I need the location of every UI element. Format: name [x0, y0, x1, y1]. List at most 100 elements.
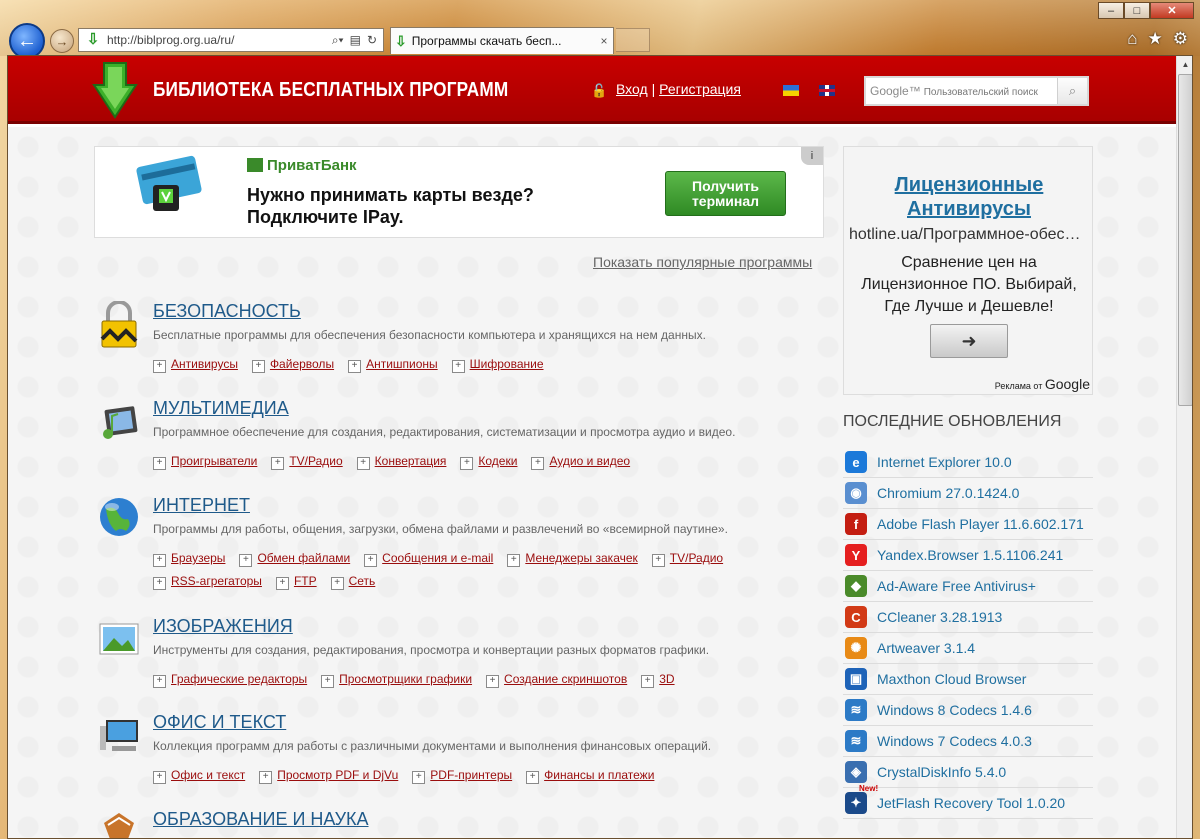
update-item-name[interactable]: CCleaner 3.28.1913 [877, 609, 1002, 625]
banner-line2: Подключите IPay. [247, 207, 404, 227]
update-item[interactable]: Y Yandex.Browser 1.5.1106.241 [843, 540, 1093, 571]
ads-by-google[interactable]: Реклама от Google [995, 376, 1090, 392]
minimize-button[interactable]: – [1098, 2, 1124, 19]
favorites-star-icon[interactable]: ★ [1148, 29, 1163, 49]
subcategory-link[interactable]: Шифрование [452, 353, 544, 376]
get-terminal-line2: терминал [691, 193, 760, 209]
subcategory-link[interactable]: Проигрыватели [153, 450, 257, 473]
login-link[interactable]: Вход [616, 81, 648, 97]
subcategory-link[interactable]: TV/Радио [652, 547, 723, 570]
category-title[interactable]: ОФИС И ТЕКСТ [153, 712, 286, 733]
show-popular-link[interactable]: Показать популярные программы [593, 254, 812, 270]
subcategory-link[interactable]: Сообщения и e-mail [364, 547, 493, 570]
subcategory-link[interactable]: Браузеры [153, 547, 225, 570]
new-tab-button[interactable] [616, 28, 650, 52]
subcategory-link[interactable]: PDF-принтеры [412, 764, 512, 787]
subcategory-link[interactable]: Просмотрщики графики [321, 668, 472, 691]
compat-view-icon[interactable]: ▤ [350, 33, 361, 48]
update-item-name[interactable]: Maxthon Cloud Browser [877, 671, 1026, 687]
subcategory-link[interactable]: Кодеки [460, 450, 517, 473]
update-item[interactable]: e Internet Explorer 10.0 [843, 447, 1093, 478]
privatbank-banner[interactable]: ПриватБанк Нужно принимать карты везде? … [94, 146, 824, 238]
update-item-name[interactable]: Chromium 27.0.1424.0 [877, 485, 1019, 501]
refresh-icon[interactable]: ↻ [367, 33, 377, 48]
subcategory-link[interactable]: Просмотр PDF и DjVu [259, 764, 398, 787]
subcategory-link[interactable]: Финансы и платежи [526, 764, 654, 787]
subcategory-link[interactable]: Графические редакторы [153, 668, 307, 691]
subcategory-link[interactable]: 3D [641, 668, 674, 691]
maximize-button[interactable]: □ [1124, 2, 1150, 19]
subcategory-link[interactable]: RSS-агрегаторы [153, 570, 262, 593]
ad-info-icon[interactable]: i [801, 147, 823, 165]
update-item[interactable]: ◉ Chromium 27.0.1424.0 [843, 478, 1093, 509]
update-item-name[interactable]: Internet Explorer 10.0 [877, 454, 1012, 470]
category-links: Проигрыватели TV/Радио Конвертация Кодеки Ау… [153, 450, 793, 473]
update-item[interactable]: f Adobe Flash Player 11.6.602.171 [843, 509, 1093, 540]
search-input[interactable]: Google™ Пользовательский поиск [866, 84, 1057, 98]
update-item-name[interactable]: Windows 7 Codecs 4.0.3 [877, 733, 1032, 749]
sidebar-ad[interactable]: Лицензионные Антивирусы hotline.ua/Прогр… [843, 146, 1093, 395]
category-links: Офис и текст Просмотр PDF и DjVu PDF-принт… [153, 764, 793, 787]
card-terminal-icon [136, 155, 202, 211]
update-item-name[interactable]: Windows 8 Codecs 1.4.6 [877, 702, 1032, 718]
update-item-name[interactable]: Yandex.Browser 1.5.1106.241 [877, 547, 1063, 563]
subcategory-link[interactable]: Создание скриншотов [486, 668, 627, 691]
update-item[interactable]: ▣ Maxthon Cloud Browser [843, 664, 1093, 695]
close-window-button[interactable]: ✕ [1150, 2, 1194, 19]
category-title[interactable]: БЕЗОПАСНОСТЬ [153, 301, 301, 322]
update-item-name[interactable]: JetFlash Recovery Tool 1.0.20 [877, 795, 1065, 811]
ad-title[interactable]: Лицензионные Антивирусы [844, 173, 1094, 221]
update-item-name[interactable]: CrystalDiskInfo 5.4.0 [877, 764, 1006, 780]
home-icon[interactable]: ⌂ [1127, 29, 1137, 49]
category-title[interactable]: МУЛЬТИМЕДИА [153, 398, 289, 419]
logo-arrow-icon[interactable] [92, 61, 138, 119]
search-button[interactable]: ⌕ [1057, 78, 1087, 104]
update-item[interactable]: ✺ Artweaver 3.1.4 [843, 633, 1093, 664]
update-item[interactable]: ≋ Windows 7 Codecs 4.0.3 [843, 726, 1093, 757]
ad-description: Сравнение цен на Лицензионное ПО. Выбира… [844, 252, 1094, 318]
subcategory-link[interactable]: Аудио и видео [531, 450, 630, 473]
tab-close-icon[interactable]: × [595, 34, 613, 48]
subcategory-link[interactable]: Обмен файлами [239, 547, 350, 570]
update-item[interactable]: ≋ Windows 8 Codecs 1.4.6 [843, 695, 1093, 726]
scroll-up-icon[interactable]: ▲ [1177, 56, 1192, 73]
address-url[interactable]: http://biblprog.org.ua/ru/ [107, 33, 332, 47]
address-bar[interactable]: ⇩ http://biblprog.org.ua/ru/ ⌕▾ ▤ ↻ [78, 28, 384, 52]
tab-active[interactable]: ⇩ Программы скачать бесп... × [390, 27, 614, 54]
subcategory-link[interactable]: Сеть [331, 570, 376, 593]
subcategory-link[interactable]: TV/Радио [271, 450, 342, 473]
english-flag-icon[interactable] [819, 85, 835, 96]
subcategory-link[interactable]: Офис и текст [153, 764, 245, 787]
update-item[interactable]: C CCleaner 3.28.1913 [843, 602, 1093, 633]
update-item[interactable]: ✦ JetFlash Recovery Tool 1.0.20 New! [843, 784, 1093, 819]
subcategory-link[interactable]: Антишпионы [348, 353, 438, 376]
updates-heading: ПОСЛЕДНИЕ ОБНОВЛЕНИЯ [843, 413, 1062, 430]
update-item[interactable]: ◆ Ad-Aware Free Antivirus+ [843, 571, 1093, 602]
vertical-scrollbar[interactable]: ▲ [1176, 56, 1192, 838]
search-icon[interactable]: ⌕▾ [332, 33, 344, 48]
update-item-name[interactable]: Artweaver 3.1.4 [877, 640, 975, 656]
scrollbar-thumb[interactable] [1178, 74, 1192, 406]
ad-url[interactable]: hotline.ua/Программное-обес… [849, 226, 1089, 244]
subcategory-link[interactable]: Конвертация [357, 450, 447, 473]
back-button[interactable]: ← [9, 23, 45, 59]
category-title[interactable]: ОБРАЗОВАНИЕ И НАУКА [153, 809, 369, 830]
subcategory-link[interactable]: FTP [276, 570, 317, 593]
update-item[interactable]: ◈ CrystalDiskInfo 5.4.0 [843, 757, 1093, 788]
get-terminal-button[interactable]: Получить терминал [665, 171, 786, 216]
register-link[interactable]: Регистрация [659, 81, 741, 97]
category-title[interactable]: ИЗОБРАЖЕНИЯ [153, 616, 293, 637]
site-logo-text[interactable]: БИБЛИОТЕКА БЕСПЛАТНЫХ ПРОГРАММ [153, 79, 508, 102]
update-item-name[interactable]: Ad-Aware Free Antivirus+ [877, 578, 1036, 594]
google-brand: Google [1044, 376, 1090, 392]
subcategory-link[interactable]: Файерволы [252, 353, 334, 376]
ad-arrow-button[interactable]: ➜ [930, 324, 1008, 358]
update-item-name[interactable]: Adobe Flash Player 11.6.602.171 [877, 516, 1084, 532]
subcategory-link[interactable]: Менеджеры закачек [507, 547, 637, 570]
forward-button[interactable]: → [50, 29, 74, 53]
ukrainian-flag-icon[interactable] [783, 85, 799, 96]
settings-gear-icon[interactable]: ⚙ [1173, 29, 1188, 49]
magnifier-icon: ⌕ [1068, 83, 1077, 98]
category-title[interactable]: ИНТЕРНЕТ [153, 495, 250, 516]
subcategory-link[interactable]: Антивирусы [153, 353, 238, 376]
